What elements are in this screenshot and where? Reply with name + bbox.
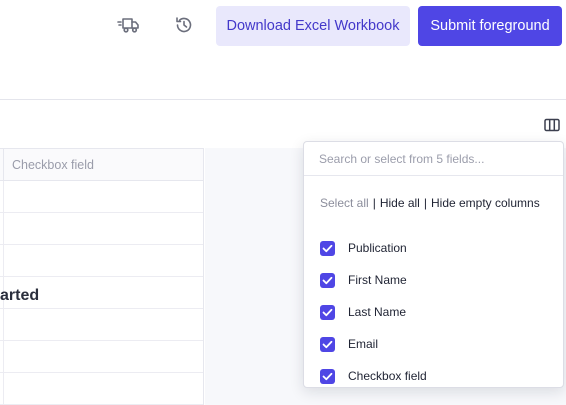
field-item-email[interactable]: Email	[320, 328, 378, 360]
table-row[interactable]	[0, 181, 203, 213]
field-item-checkbox-field[interactable]: Checkbox field	[320, 360, 427, 392]
history-icon[interactable]	[170, 11, 198, 39]
select-all-link[interactable]: Select all	[320, 196, 369, 210]
submit-foreground-button[interactable]: Submit foreground	[418, 6, 562, 46]
hide-all-link[interactable]: Hide all	[380, 196, 420, 210]
checkbox-checked[interactable]	[320, 336, 335, 352]
checkbox-checked[interactable]	[320, 240, 335, 256]
checkbox-checked[interactable]	[320, 368, 335, 384]
table-row[interactable]	[0, 309, 203, 341]
bulk-actions: Select all | Hide all | Hide empty columns	[320, 196, 540, 210]
action-separator: |	[372, 196, 376, 210]
column-header-label: Checkbox field	[12, 158, 94, 172]
field-label: Last Name	[348, 305, 407, 319]
table-row[interactable]	[0, 341, 203, 373]
field-item-publication[interactable]: Publication	[320, 232, 407, 264]
field-label: First Name	[348, 273, 407, 287]
field-search-input[interactable]	[304, 142, 563, 176]
field-list: Publication First Name Last Name Email C…	[320, 232, 427, 392]
top-toolbar: Download Excel Workbook Submit foregroun…	[0, 0, 566, 100]
field-label: Checkbox field	[348, 369, 427, 383]
field-label: Email	[348, 337, 379, 351]
column-header-checkbox-field[interactable]: Checkbox field	[0, 148, 203, 181]
field-label: Publication	[348, 241, 407, 255]
download-excel-button[interactable]: Download Excel Workbook	[216, 6, 410, 46]
table-row[interactable]	[0, 213, 203, 245]
table-row[interactable]	[0, 373, 203, 405]
field-item-first-name[interactable]: First Name	[320, 264, 407, 296]
columns-dropdown: Select all|Hide all|Hide empty columns P…	[303, 141, 564, 388]
hide-empty-columns-link[interactable]: Hide empty columns	[431, 196, 540, 210]
group-heading: arted	[0, 287, 40, 304]
data-table: Checkbox field	[0, 148, 204, 405]
checkbox-checked[interactable]	[320, 304, 335, 320]
columns-icon[interactable]	[543, 117, 561, 133]
table-row[interactable]	[0, 245, 203, 277]
action-separator: |	[423, 196, 427, 210]
field-item-last-name[interactable]: Last Name	[320, 296, 406, 328]
delivery-truck-icon[interactable]	[114, 11, 142, 39]
checkbox-checked[interactable]	[320, 272, 335, 288]
